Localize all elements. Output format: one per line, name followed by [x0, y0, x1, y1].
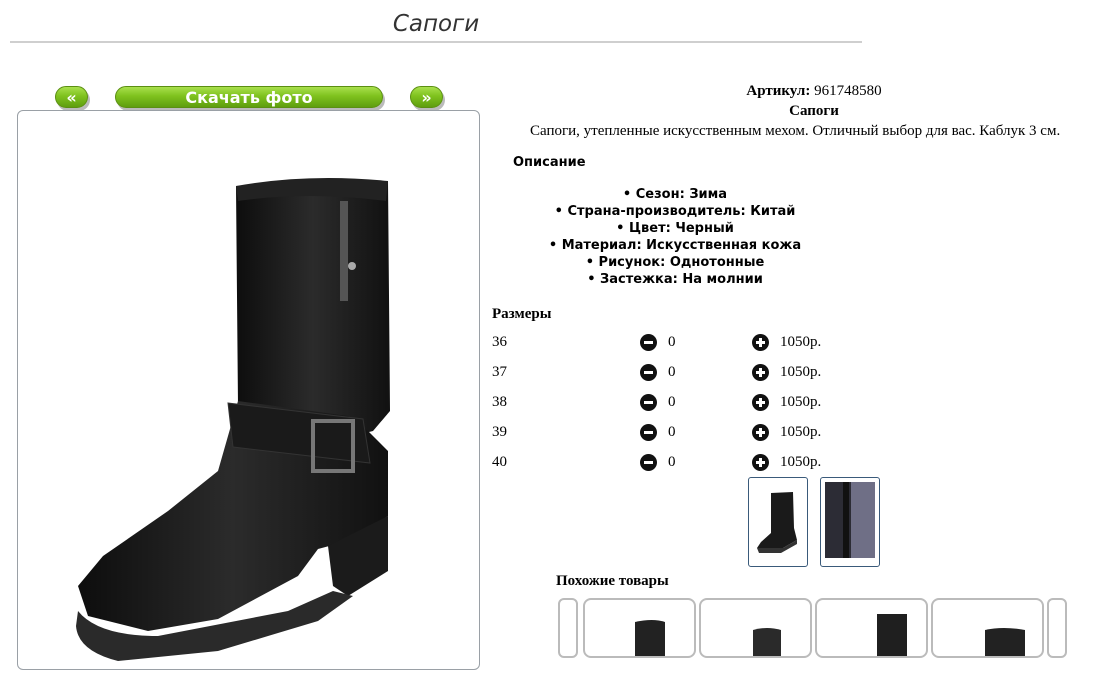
price-value: 1050р.	[780, 364, 822, 380]
plus-icon[interactable]	[752, 424, 769, 441]
size-value: 36	[492, 334, 507, 350]
price-value: 1050р.	[780, 424, 822, 440]
price-value: 1050р.	[780, 454, 822, 470]
feature-item: Страна-производитель: Китай	[490, 203, 860, 220]
boot-photo	[76, 177, 390, 661]
feature-item: Рисунок: Однотонные	[490, 254, 860, 271]
plus-icon[interactable]	[752, 394, 769, 411]
feature-item: Застежка: На молнии	[490, 271, 860, 288]
quantity-value: 0	[668, 454, 676, 470]
minus-icon[interactable]	[640, 424, 657, 441]
similar-product-image	[985, 628, 1025, 656]
carousel-prev-button[interactable]	[558, 598, 578, 658]
similar-product-item[interactable]	[815, 598, 928, 658]
minus-icon[interactable]	[640, 334, 657, 351]
size-row: 36 0 1050р.	[492, 332, 892, 362]
price-value: 1050р.	[780, 394, 822, 410]
plus-icon[interactable]	[752, 454, 769, 471]
sku-label: Артикул:	[746, 83, 811, 99]
carousel-next-button[interactable]	[1047, 598, 1067, 658]
size-value: 39	[492, 424, 507, 440]
boot-detail-thumbnail-image	[825, 482, 875, 558]
download-photo-button[interactable]: Скачать фото	[115, 86, 383, 108]
plus-icon[interactable]	[752, 334, 769, 351]
features-list: Сезон: Зима Страна-производитель: Китай …	[490, 186, 860, 288]
boot-thumbnail-image	[757, 492, 797, 553]
similar-product-image	[635, 620, 665, 656]
minus-icon[interactable]	[640, 394, 657, 411]
main-photo-frame	[17, 110, 480, 670]
feature-item: Материал: Искусственная кожа	[490, 237, 860, 254]
description-heading: Описание	[513, 155, 586, 170]
page-title: Сапоги	[10, 10, 862, 43]
sku-value: 961748580	[814, 83, 882, 99]
similar-product-item[interactable]	[583, 598, 696, 658]
quantity-value: 0	[668, 364, 676, 380]
similar-product-item[interactable]	[931, 598, 1044, 658]
size-value: 38	[492, 394, 507, 410]
size-row: 39 0 1050р.	[492, 422, 892, 452]
photo-thumbnail-1[interactable]	[748, 477, 808, 567]
next-photo-button[interactable]: »	[410, 86, 443, 108]
size-row: 37 0 1050р.	[492, 362, 892, 392]
feature-item: Сезон: Зима	[490, 186, 860, 203]
minus-icon[interactable]	[640, 364, 657, 381]
quantity-value: 0	[668, 334, 676, 350]
minus-icon[interactable]	[640, 454, 657, 471]
quantity-value: 0	[668, 424, 676, 440]
product-description: Сапоги, утепленные искусственным мехом. …	[530, 123, 1061, 139]
size-value: 40	[492, 454, 507, 470]
sizes-heading: Размеры	[492, 306, 552, 322]
photo-thumbnail-2[interactable]	[820, 477, 880, 567]
size-value: 37	[492, 364, 507, 380]
size-row: 38 0 1050р.	[492, 392, 892, 422]
similar-products-heading: Похожие товары	[556, 573, 669, 589]
product-name: Сапоги	[789, 103, 839, 119]
prev-photo-button[interactable]: «	[55, 86, 88, 108]
similar-product-item[interactable]	[699, 598, 812, 658]
similar-product-image	[753, 628, 781, 656]
sku-line: Артикул: 961748580	[490, 83, 1115, 100]
price-value: 1050р.	[780, 334, 822, 350]
plus-icon[interactable]	[752, 364, 769, 381]
feature-item: Цвет: Черный	[490, 220, 860, 237]
similar-product-image	[877, 614, 907, 656]
quantity-value: 0	[668, 394, 676, 410]
